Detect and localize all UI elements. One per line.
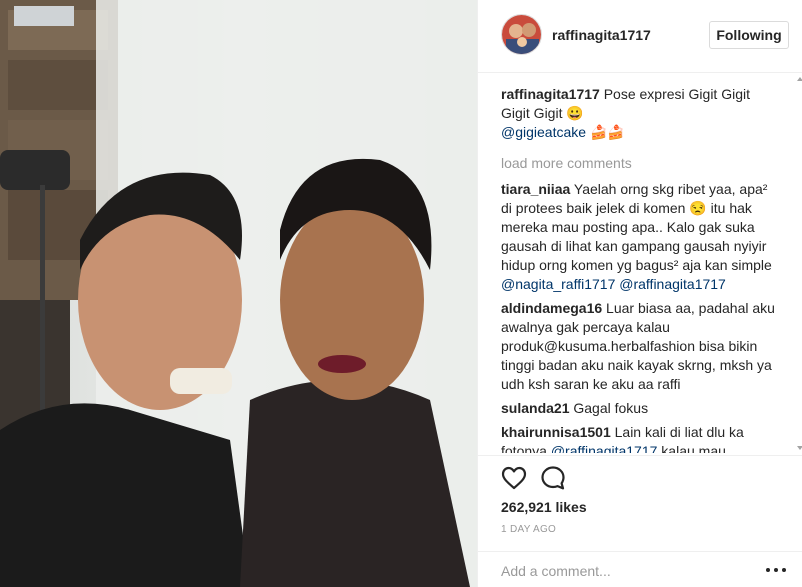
list-item: sulanda21 Gagal fokus	[501, 399, 777, 418]
likes-count[interactable]: 262,921 likes	[501, 499, 587, 515]
scroll-up-arrow-icon[interactable]	[797, 77, 802, 81]
comment-username[interactable]: aldindamega16	[501, 300, 602, 316]
list-item: aldindamega16 Luar biasa aa, padahal aku…	[501, 299, 777, 394]
comments-scrollbar[interactable]	[796, 74, 802, 455]
comment-username[interactable]: sulanda21	[501, 400, 569, 416]
comment-mention[interactable]: @nagita_raffi1717 @raffinagita1717	[501, 276, 726, 292]
caption: raffinagita1717 Pose expresi Gigit Gigit…	[501, 85, 777, 142]
comments-list: raffinagita1717 Pose expresi Gigit Gigit…	[501, 85, 777, 453]
comment-input[interactable]	[501, 560, 741, 582]
list-item: tiara_niiaa Yaelah orng skg ribet yaa, a…	[501, 180, 777, 294]
caption-emoji: 🍰🍰	[589, 124, 625, 140]
load-more-comments-link[interactable]: load more comments	[501, 154, 777, 173]
add-comment-bar	[478, 551, 802, 587]
comment-mention[interactable]: @raffinagita1717	[551, 443, 658, 453]
comment-text: Gagal fokus	[573, 400, 649, 416]
avatar[interactable]	[501, 14, 542, 55]
list-item: khairunnisa1501 Lain kali di liat dlu ka…	[501, 423, 777, 453]
comment-username[interactable]: khairunnisa1501	[501, 424, 611, 440]
heart-outline-icon[interactable]	[501, 466, 527, 490]
caption-username[interactable]: raffinagita1717	[501, 86, 600, 102]
caption-mention[interactable]: @gigieatcake	[501, 124, 586, 140]
following-button[interactable]: Following	[709, 21, 789, 49]
comment-username[interactable]: tiara_niiaa	[501, 181, 570, 197]
scroll-down-arrow-icon[interactable]	[797, 446, 802, 450]
post-details-panel: raffinagita1717 Following raffinagita171…	[477, 0, 802, 587]
post-header: raffinagita1717 Following	[478, 0, 802, 73]
post-photo-illustration	[0, 0, 477, 587]
more-options-icon[interactable]	[766, 568, 786, 574]
speech-bubble-icon[interactable]	[540, 465, 566, 491]
post-username[interactable]: raffinagita1717	[552, 27, 651, 43]
post-photo[interactable]	[0, 0, 477, 587]
post-actions: 262,921 likes 1 DAY AGO	[478, 455, 802, 535]
post-timestamp[interactable]: 1 DAY AGO	[501, 524, 556, 535]
